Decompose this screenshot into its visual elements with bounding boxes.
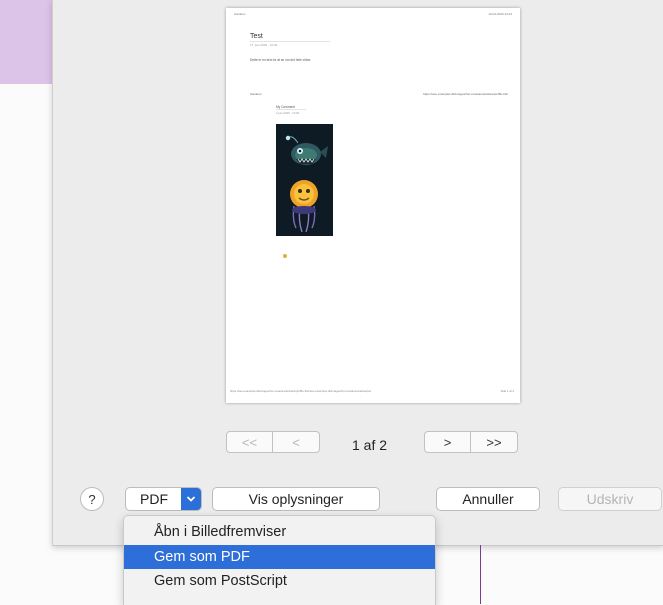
preview-source-label: Gardens [250,92,262,96]
menu-item-open-in-preview[interactable]: Åbn i Billedfremviser [124,520,435,544]
previous-page-button[interactable]: < [273,432,319,452]
background-window [0,0,52,84]
preview-source-url: https://see.examples.dk/images/fun-creat… [423,92,508,96]
preview-artwork-image [276,124,333,236]
chevron-down-icon[interactable] [181,488,201,510]
last-page-button[interactable]: >> [471,432,517,452]
preview-footer-page: Side 1 af 2 [500,389,514,393]
preview-date: 17. juni 2020 · 10:00 [250,43,278,47]
preview-header-left: Gardens [234,12,246,16]
print-button[interactable]: Udskriv [558,487,662,511]
preview-bullet-dot [283,254,287,258]
pdf-button-label: PDF [140,491,168,507]
help-button[interactable]: ? [80,487,104,511]
preview-body-text: Dette er en test for at se om det hele v… [250,58,312,62]
creature-illustration [276,124,333,236]
page-nav-back-group: << < [226,431,320,453]
preview-title: Test [250,33,263,40]
print-preview-page: Gardens 10-02-2020 13:44 Test 17. juni 2… [226,8,520,403]
pdf-dropdown-menu: Åbn i Billedfremviser Gem som PDF Gem so… [123,515,436,605]
preview-title-rule [250,41,330,42]
page-indicator: 1 af 2 [352,437,388,453]
background-divider [480,545,481,604]
page-nav-forward-group: > >> [424,431,518,453]
first-page-button[interactable]: << [227,432,273,452]
menu-item-save-as-pdf[interactable]: Gem som PDF [124,545,435,569]
preview-comment-date: 2 juni 2020 · 10:00 [276,111,300,115]
cancel-button[interactable]: Annuller [436,487,540,511]
next-page-button[interactable]: > [425,432,471,452]
pdf-menu-button[interactable]: PDF [125,487,202,511]
preview-footer-url: https://see.examples.dk/images/fun-creat… [230,389,372,393]
show-details-button[interactable]: Vis oplysninger [212,487,380,511]
menu-item-save-as-postscript[interactable]: Gem som PostScript [124,569,435,593]
preview-header-right: 10-02-2020 13:44 [488,12,512,16]
preview-comment-rule [276,109,306,110]
